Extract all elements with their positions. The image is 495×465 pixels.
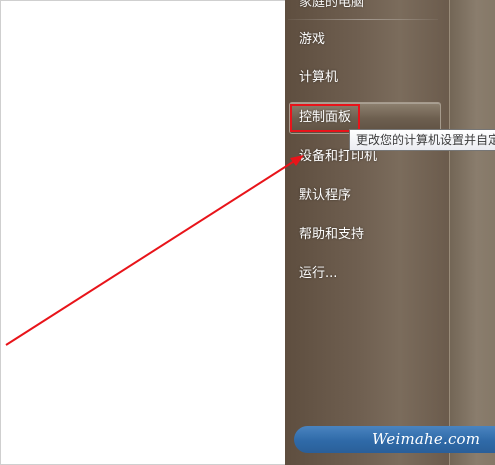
menu-item-computer[interactable]: 计算机 [299, 67, 338, 89]
menu-item-default-programs[interactable]: 默认程序 [299, 185, 351, 207]
menu-separator [288, 19, 438, 20]
menu-item-games[interactable]: 游戏 [299, 29, 325, 51]
control-panel-tooltip: 更改您的计算机设置并自定 [349, 129, 495, 151]
pane-divider [449, 0, 450, 465]
menu-item-help-support[interactable]: 帮助和支持 [299, 224, 364, 246]
arrow-line [5, 159, 297, 346]
watermark-text: Weimahe.com [372, 430, 481, 448]
menu-item-user-folder[interactable]: 家庭的电脑 [299, 0, 364, 14]
red-annotation-box [290, 104, 360, 132]
menu-item-run[interactable]: 运行... [299, 263, 337, 285]
start-menu-outer-frame [449, 0, 495, 465]
